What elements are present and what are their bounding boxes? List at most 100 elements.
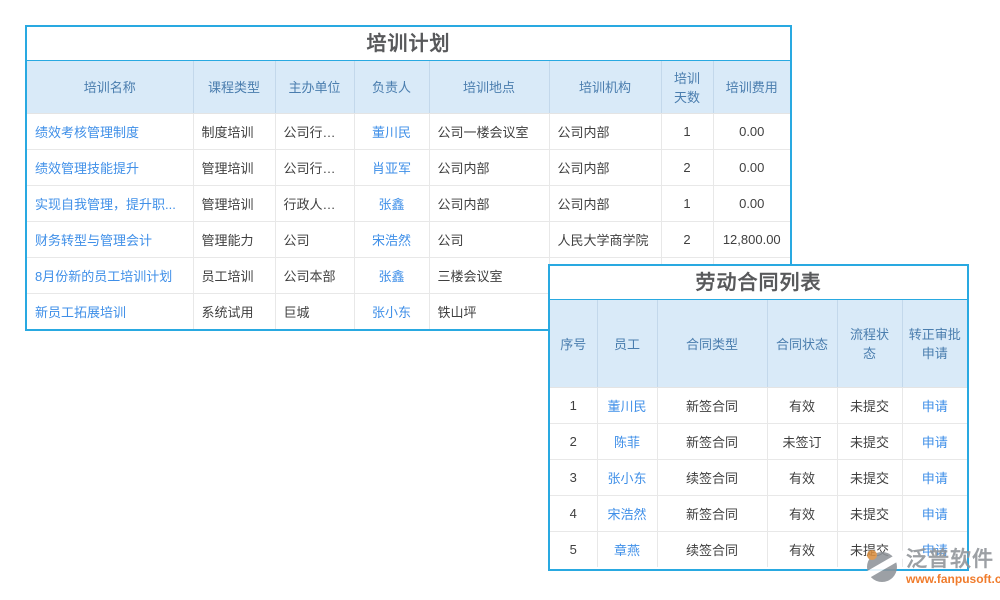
labor-contract-title: 劳动合同列表	[550, 266, 967, 300]
location-cell: 公司内部	[429, 149, 549, 185]
col-header-owner: 负责人	[354, 61, 429, 113]
contract-type-cell: 续签合同	[657, 531, 767, 567]
agency-cell: 人民大学商学院	[549, 221, 661, 257]
course-type-cell: 制度培训	[193, 113, 275, 149]
training-table-row: 绩效考核管理制度 制度培训 公司行政部 董川民 公司一楼会议室 公司内部 1 0…	[27, 113, 790, 149]
training-table-row: 绩效管理技能提升 管理培训 公司行政部 肖亚军 公司内部 公司内部 2 0.00	[27, 149, 790, 185]
course-type-cell: 系统试用	[193, 293, 275, 329]
watermark-url: www.fanpusoft.com	[906, 572, 1000, 586]
host-unit-cell: 公司行政部	[275, 113, 354, 149]
days-cell: 2	[661, 221, 713, 257]
serial-cell: 4	[550, 495, 597, 531]
agency-cell: 公司内部	[549, 185, 661, 221]
training-name-link[interactable]: 实现自我管理，提升职...	[27, 185, 193, 221]
fanpu-logo-icon	[864, 546, 904, 586]
owner-link[interactable]: 张鑫	[354, 257, 429, 293]
fanpu-watermark: 泛普软件 www.fanpusoft.com	[864, 542, 1000, 586]
training-name-link[interactable]: 新员工拓展培训	[27, 293, 193, 329]
owner-link[interactable]: 肖亚军	[354, 149, 429, 185]
course-type-cell: 管理培训	[193, 185, 275, 221]
contract-type-cell: 新签合同	[657, 423, 767, 459]
col-header-employee: 员工	[597, 300, 657, 387]
serial-cell: 2	[550, 423, 597, 459]
contract-type-cell: 新签合同	[657, 495, 767, 531]
training-table-row: 财务转型与管理会计 管理能力 公司 宋浩然 公司 人民大学商学院 2 12,80…	[27, 221, 790, 257]
labor-contract-table: 序号 员工 合同类型 合同状态 流程状 态 转正审批 申请 1 董川民 新签合同…	[550, 300, 967, 567]
contract-status-cell: 有效	[767, 495, 837, 531]
agency-cell: 公司内部	[549, 113, 661, 149]
employee-link[interactable]: 章燕	[597, 531, 657, 567]
days-cell: 1	[661, 113, 713, 149]
flow-status-cell: 未提交	[837, 459, 902, 495]
host-unit-cell: 公司	[275, 221, 354, 257]
location-cell: 公司	[429, 221, 549, 257]
employee-link[interactable]: 张小东	[597, 459, 657, 495]
col-header-agency: 培训机构	[549, 61, 661, 113]
location-cell: 公司一楼会议室	[429, 113, 549, 149]
location-cell: 三楼会议室	[429, 257, 549, 293]
location-cell: 公司内部	[429, 185, 549, 221]
col-header-days: 培训 天数	[661, 61, 713, 113]
location-cell: 铁山坪	[429, 293, 549, 329]
apply-link[interactable]: 申请	[902, 459, 967, 495]
fee-cell: 0.00	[713, 149, 790, 185]
watermark-brand: 泛普软件	[906, 548, 1000, 572]
training-plan-title: 培训计划	[27, 27, 790, 61]
contract-status-cell: 有效	[767, 459, 837, 495]
training-table-row: 实现自我管理，提升职... 管理培训 行政人事部 张鑫 公司内部 公司内部 1 …	[27, 185, 790, 221]
host-unit-cell: 公司本部	[275, 257, 354, 293]
host-unit-cell: 巨城	[275, 293, 354, 329]
apply-link[interactable]: 申请	[902, 495, 967, 531]
labor-contract-panel: 劳动合同列表 序号 员工 合同类型 合同状态 流程状 态 转正审批 申请 1 董…	[548, 264, 969, 571]
owner-link[interactable]: 张鑫	[354, 185, 429, 221]
training-name-link[interactable]: 财务转型与管理会计	[27, 221, 193, 257]
days-cell: 1	[661, 185, 713, 221]
course-type-cell: 员工培训	[193, 257, 275, 293]
col-header-location: 培训地点	[429, 61, 549, 113]
days-cell: 2	[661, 149, 713, 185]
employee-link[interactable]: 陈菲	[597, 423, 657, 459]
employee-link[interactable]: 宋浩然	[597, 495, 657, 531]
owner-link[interactable]: 张小东	[354, 293, 429, 329]
apply-link[interactable]: 申请	[902, 387, 967, 423]
contract-header-row: 序号 员工 合同类型 合同状态 流程状 态 转正审批 申请	[550, 300, 967, 387]
serial-cell: 1	[550, 387, 597, 423]
course-type-cell: 管理培训	[193, 149, 275, 185]
contract-table-row: 3 张小东 续签合同 有效 未提交 申请	[550, 459, 967, 495]
fee-cell: 12,800.00	[713, 221, 790, 257]
col-header-serial: 序号	[550, 300, 597, 387]
flow-status-cell: 未提交	[837, 423, 902, 459]
contract-type-cell: 新签合同	[657, 387, 767, 423]
flow-status-cell: 未提交	[837, 387, 902, 423]
owner-link[interactable]: 董川民	[354, 113, 429, 149]
col-header-flow-status: 流程状 态	[837, 300, 902, 387]
serial-cell: 5	[550, 531, 597, 567]
col-header-approval: 转正审批 申请	[902, 300, 967, 387]
employee-link[interactable]: 董川民	[597, 387, 657, 423]
page: 培训计划 培训名称 课程类型 主办单位 负责人 培训地点 培训机构 培训 天数 …	[0, 0, 1000, 600]
col-header-course-type: 课程类型	[193, 61, 275, 113]
contract-table-row: 1 董川民 新签合同 有效 未提交 申请	[550, 387, 967, 423]
col-header-host-unit: 主办单位	[275, 61, 354, 113]
apply-link[interactable]: 申请	[902, 423, 967, 459]
serial-cell: 3	[550, 459, 597, 495]
owner-link[interactable]: 宋浩然	[354, 221, 429, 257]
agency-cell: 公司内部	[549, 149, 661, 185]
training-name-link[interactable]: 绩效考核管理制度	[27, 113, 193, 149]
training-name-link[interactable]: 8月份新的员工培训计划	[27, 257, 193, 293]
contract-status-cell: 未签订	[767, 423, 837, 459]
training-name-link[interactable]: 绩效管理技能提升	[27, 149, 193, 185]
contract-status-cell: 有效	[767, 387, 837, 423]
contract-table-row: 4 宋浩然 新签合同 有效 未提交 申请	[550, 495, 967, 531]
col-header-training-name: 培训名称	[27, 61, 193, 113]
host-unit-cell: 行政人事部	[275, 185, 354, 221]
contract-table-row: 2 陈菲 新签合同 未签订 未提交 申请	[550, 423, 967, 459]
host-unit-cell: 公司行政部	[275, 149, 354, 185]
contract-type-cell: 续签合同	[657, 459, 767, 495]
col-header-fee: 培训费用	[713, 61, 790, 113]
contract-status-cell: 有效	[767, 531, 837, 567]
course-type-cell: 管理能力	[193, 221, 275, 257]
col-header-contract-type: 合同类型	[657, 300, 767, 387]
col-header-contract-status: 合同状态	[767, 300, 837, 387]
fee-cell: 0.00	[713, 113, 790, 149]
